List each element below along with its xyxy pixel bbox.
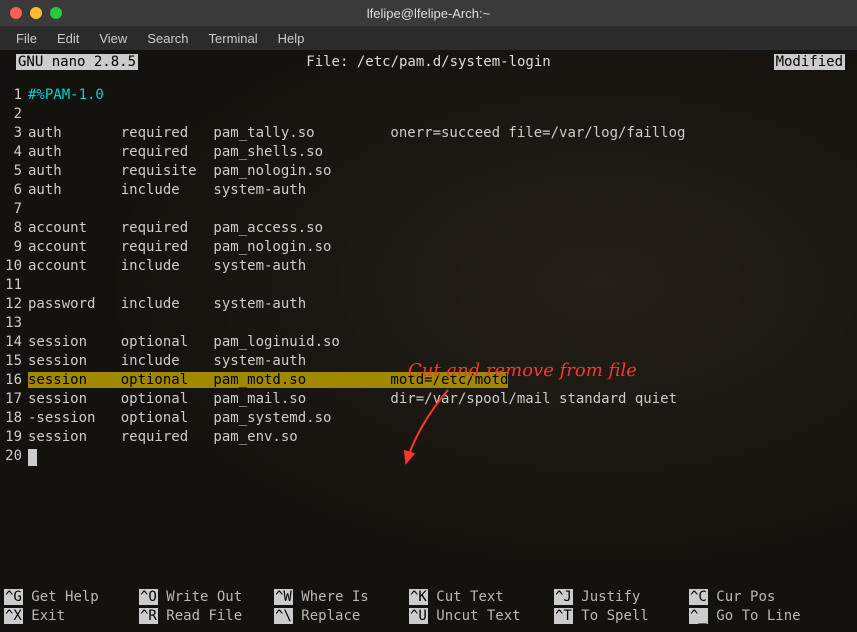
menu-file[interactable]: File [8, 29, 45, 48]
editor-line: 1#%PAM-1.0 [0, 86, 857, 105]
line-content: password include system-auth [28, 295, 857, 314]
line-content [28, 200, 857, 219]
file-prefix: File: [306, 54, 357, 70]
shortcut-key: ^R [139, 608, 158, 624]
shortcut-label: Uncut Text [436, 608, 520, 624]
editor-line: 19session required pam_env.so [0, 428, 857, 447]
editor-line: 18-session optional pam_systemd.so [0, 409, 857, 428]
shortcut-key: ^O [139, 589, 158, 605]
shortcut-label: Where Is [301, 589, 368, 605]
shortcut-label: Exit [31, 608, 65, 624]
editor-body[interactable]: 1#%PAM-1.0 2 3auth required pam_tally.so… [0, 74, 857, 466]
shortcut-label: Cut Text [436, 589, 503, 605]
shortcut-key: ^K [409, 589, 428, 605]
shortcut-label: Read File [166, 608, 242, 624]
line-content-highlighted: session optional pam_motd.so motd=/etc/m… [28, 371, 857, 390]
line-content: session include system-auth [28, 352, 857, 371]
nano-file-label: File: /etc/pam.d/system-login [306, 54, 550, 70]
shortcut-key: ^_ [689, 608, 708, 624]
line-content: auth requisite pam_nologin.so [28, 162, 857, 181]
nano-version: GNU nano 2.8.5 [16, 54, 138, 70]
shortcut-label: Cur Pos [716, 589, 775, 605]
menu-view[interactable]: View [91, 29, 135, 48]
editor-line: 11 [0, 276, 857, 295]
shortcut-label: Replace [301, 608, 360, 624]
shortcut-label: Go To Line [716, 608, 800, 624]
line-content [28, 276, 857, 295]
editor-line: 17session optional pam_mail.so dir=/var/… [0, 390, 857, 409]
shortcut-key: ^C [689, 589, 708, 605]
line-content: -session optional pam_systemd.so [28, 409, 857, 428]
line-content: account include system-auth [28, 257, 857, 276]
editor-line: 5auth requisite pam_nologin.so [0, 162, 857, 181]
shortcut-key: ^T [554, 608, 573, 624]
shortcut-key: ^U [409, 608, 428, 624]
editor-line: 10account include system-auth [0, 257, 857, 276]
line-content: account required pam_access.so [28, 219, 857, 238]
menu-terminal[interactable]: Terminal [201, 29, 266, 48]
shortcut-label: Write Out [166, 589, 242, 605]
shortcut-label: Justify [581, 589, 640, 605]
maximize-icon[interactable] [50, 7, 62, 19]
shortcut-key: ^W [274, 589, 293, 605]
line-content: session required pam_env.so [28, 428, 857, 447]
editor-line: 3auth required pam_tally.so onerr=succee… [0, 124, 857, 143]
line-content [28, 447, 857, 466]
shortcut-label: Get Help [31, 589, 98, 605]
editor-line: 13 [0, 314, 857, 333]
file-path: /etc/pam.d/system-login [357, 54, 551, 70]
menu-search[interactable]: Search [139, 29, 196, 48]
window-title: lfelipe@lfelipe-Arch:~ [367, 6, 490, 21]
line-content: session optional pam_mail.so dir=/var/sp… [28, 390, 857, 409]
shortcut-key: ^J [554, 589, 573, 605]
editor-line: 8account required pam_access.so [0, 219, 857, 238]
cursor-icon [28, 449, 37, 466]
line-content: session optional pam_loginuid.so [28, 333, 857, 352]
close-icon[interactable] [10, 7, 22, 19]
editor-line: 4auth required pam_shells.so [0, 143, 857, 162]
line-content: auth required pam_tally.so onerr=succeed… [28, 124, 857, 143]
editor-line: 9account required pam_nologin.so [0, 238, 857, 257]
terminal-area[interactable]: GNU nano 2.8.5 File: /etc/pam.d/system-l… [0, 50, 857, 632]
shortcut-key: ^X [4, 608, 23, 624]
titlebar: lfelipe@lfelipe-Arch:~ [0, 0, 857, 26]
editor-line: 16session optional pam_motd.so motd=/etc… [0, 371, 857, 390]
line-content: #%PAM-1.0 [28, 86, 857, 105]
editor-line: 20 [0, 447, 857, 466]
nano-modified: Modified [774, 54, 845, 70]
nano-footer: ^G Get Help ^O Write Out ^W Where Is ^K … [0, 588, 857, 626]
menu-help[interactable]: Help [270, 29, 313, 48]
line-content: account required pam_nologin.so [28, 238, 857, 257]
window-controls [0, 7, 62, 19]
shortcut-key: ^\ [274, 608, 293, 624]
editor-line: 15session include system-auth [0, 352, 857, 371]
menu-edit[interactable]: Edit [49, 29, 87, 48]
line-content [28, 314, 857, 333]
editor-line: 2 [0, 105, 857, 124]
shortcut-key: ^G [4, 589, 23, 605]
line-content: auth required pam_shells.so [28, 143, 857, 162]
line-content: auth include system-auth [28, 181, 857, 200]
editor-line: 14session optional pam_loginuid.so [0, 333, 857, 352]
shortcut-label: To Spell [581, 608, 648, 624]
nano-header: GNU nano 2.8.5 File: /etc/pam.d/system-l… [0, 50, 857, 74]
minimize-icon[interactable] [30, 7, 42, 19]
menubar: File Edit View Search Terminal Help [0, 26, 857, 50]
line-content [28, 105, 857, 124]
editor-line: 7 [0, 200, 857, 219]
editor-line: 12password include system-auth [0, 295, 857, 314]
highlighted-text: session optional pam_motd.so motd=/etc/m… [28, 372, 508, 388]
editor-line: 6auth include system-auth [0, 181, 857, 200]
